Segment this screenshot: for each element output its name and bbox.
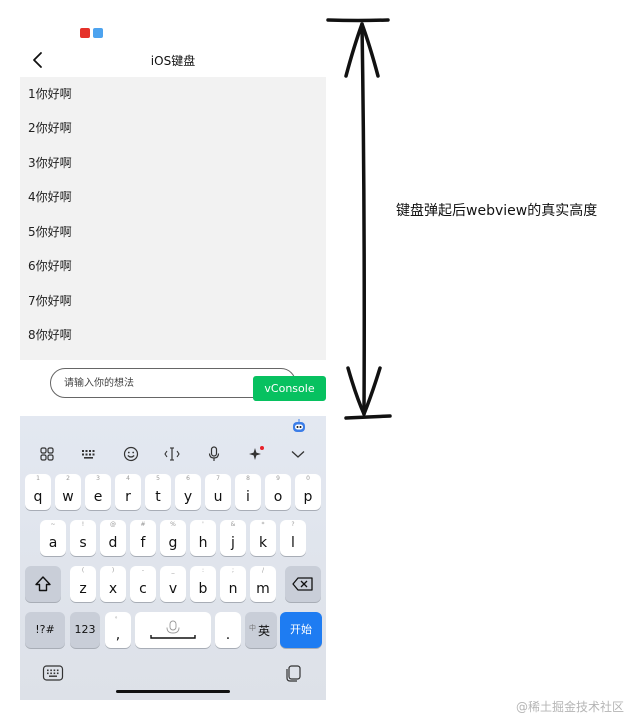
keyboard-toolbar (20, 442, 326, 466)
delete-key[interactable] (285, 566, 321, 602)
key-q[interactable]: 1q (25, 474, 51, 510)
notification-app-icon (80, 28, 90, 38)
status-bar-icons (80, 28, 103, 38)
list-item: 5你好啊 (28, 225, 72, 239)
space-key[interactable] (135, 612, 211, 648)
message-input[interactable] (64, 369, 264, 397)
home-indicator (116, 690, 230, 693)
emoji-icon[interactable] (122, 445, 140, 463)
key-t[interactable]: 5t (145, 474, 171, 510)
navigation-bar: iOS键盘 (20, 44, 326, 76)
key-m[interactable]: / m (250, 566, 276, 602)
height-annotation-arrow (326, 18, 392, 420)
key-a[interactable]: ~ a (40, 520, 66, 556)
watermark: @稀土掘金技术社区 (516, 700, 625, 714)
key-comma[interactable]: 。, (105, 612, 131, 648)
cursor-icon[interactable] (163, 445, 181, 463)
key-j[interactable]: & j (220, 520, 246, 556)
key-v[interactable]: _ v (160, 566, 186, 602)
key-y[interactable]: 6y (175, 474, 201, 510)
keyboard-toggle-icon[interactable] (42, 664, 64, 682)
key-c[interactable]: -c (130, 566, 156, 602)
key-z[interactable]: (z (70, 566, 96, 602)
vconsole-button[interactable]: vConsole (253, 376, 326, 401)
list-item: 1你好啊 (28, 87, 72, 101)
shift-key[interactable] (25, 566, 61, 602)
clipboard-icon[interactable] (283, 663, 303, 683)
key-s[interactable]: ! s (70, 520, 96, 556)
key-l[interactable]: ? l (280, 520, 306, 556)
key-h[interactable]: ' h (190, 520, 216, 556)
key-b[interactable]: :b (190, 566, 216, 602)
key-d[interactable]: @ d (100, 520, 126, 556)
key-p[interactable]: 0p (295, 474, 321, 510)
key-r[interactable]: 4r (115, 474, 141, 510)
key-o[interactable]: 9o (265, 474, 291, 510)
page-title: iOS键盘 (150, 54, 196, 68)
space-mic-icon (150, 620, 196, 639)
message-list[interactable]: 1你好啊 2你好啊 3你好啊 4你好啊 5你好啊 6你好啊 7你好啊 8你好啊 (20, 77, 326, 360)
apps-grid-icon[interactable] (38, 445, 56, 463)
notification-app-icon-2 (93, 28, 103, 38)
list-item: 3你好啊 (28, 156, 72, 170)
key-g[interactable]: % g (160, 520, 186, 556)
symbols-key[interactable]: !?# (25, 612, 65, 648)
shift-arrow-icon (35, 576, 51, 592)
magic-icon[interactable] (247, 445, 265, 463)
list-item: 2你好啊 (28, 121, 72, 135)
key-x[interactable]: ) x (100, 566, 126, 602)
numbers-key[interactable]: 123 (70, 612, 100, 648)
list-item: 8你好啊 (28, 328, 72, 342)
keyboard-switch-icon[interactable] (80, 445, 98, 463)
key-e[interactable]: 3e (85, 474, 111, 510)
list-item: 6你好啊 (28, 259, 72, 273)
language-switch-key[interactable]: 中 英 (245, 612, 277, 648)
list-item: 4你好啊 (28, 190, 72, 204)
annotation-label: 键盘弹起后webview的真实高度 (396, 203, 598, 219)
key-period[interactable]: . (215, 612, 241, 648)
key-w[interactable]: 2w (55, 474, 81, 510)
go-button[interactable]: 开始 (280, 612, 322, 648)
key-u[interactable]: 7u (205, 474, 231, 510)
key-n[interactable]: ; n (220, 566, 246, 602)
list-item: 7你好啊 (28, 294, 72, 308)
key-i[interactable]: 8i (235, 474, 261, 510)
key-f[interactable]: # f (130, 520, 156, 556)
key-k[interactable]: * k (250, 520, 276, 556)
backspace-icon (292, 577, 313, 591)
microphone-icon[interactable] (205, 445, 223, 463)
chevron-down-icon[interactable] (289, 445, 307, 463)
assistant-robot-icon[interactable] (291, 418, 307, 434)
phone-screen: iOS键盘 1你好啊 2你好啊 3你好啊 4你好啊 5你好啊 6你好啊 7你好啊… (20, 18, 326, 700)
ios-keyboard: 1q 2w 3e 4r 5t 6y 7u 8i 9o 0p ~ a ! s @ d #… (20, 416, 326, 700)
